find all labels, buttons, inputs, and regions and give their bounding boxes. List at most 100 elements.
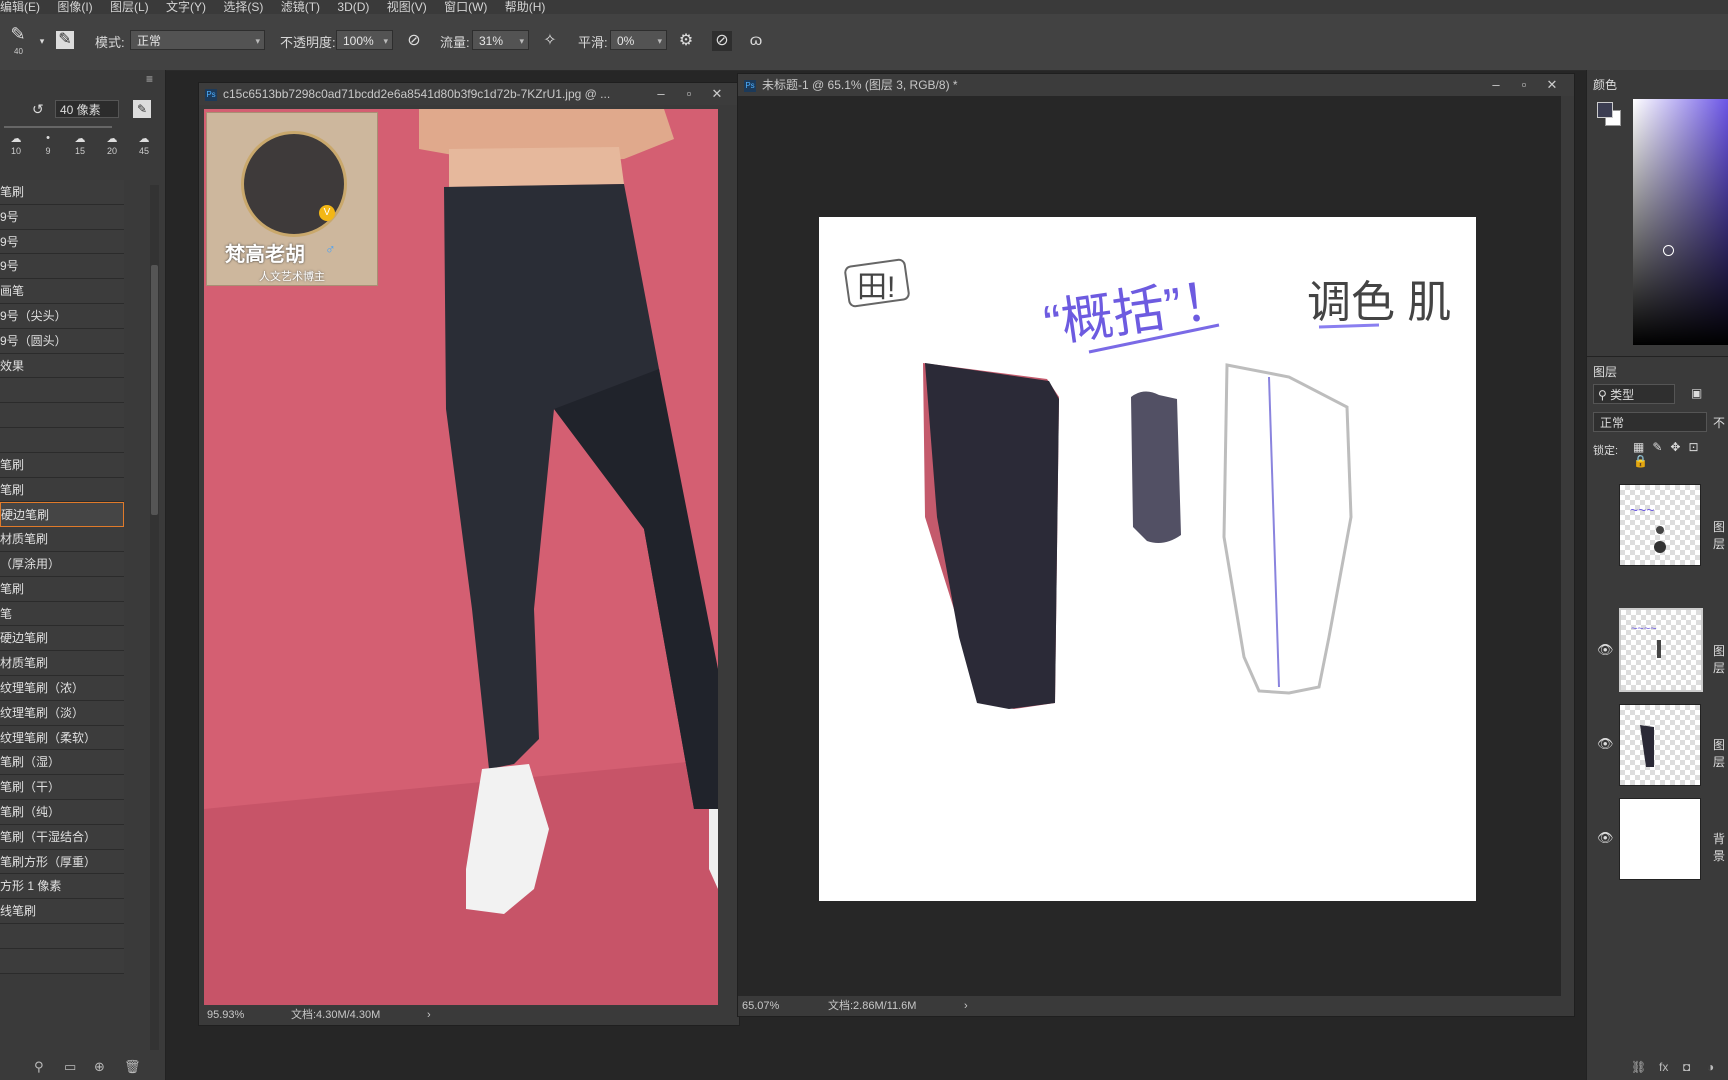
layers-panel-tab[interactable]: 图层 (1593, 363, 1617, 380)
brush-list-scrollbar[interactable] (150, 185, 159, 1050)
brush-list-item[interactable] (0, 403, 124, 428)
scroll-thumb[interactable] (151, 265, 158, 515)
brush-list-item[interactable] (0, 378, 124, 404)
brush-list-item[interactable]: 方形 1 像素 (0, 874, 124, 900)
smoothing-input[interactable]: 0% ▾ (610, 30, 667, 50)
brush-list-item[interactable]: 笔刷 (0, 477, 124, 503)
canvas-pasteboard[interactable]: 田! “概括”！ 调色 肌 (738, 96, 1561, 996)
size-slider[interactable] (4, 126, 112, 128)
drawing-canvas[interactable]: 田! “概括”！ 调色 肌 (819, 217, 1476, 901)
brush-list-item[interactable]: 纹理笔刷（柔软） (0, 725, 124, 751)
brush-list-item[interactable]: 画笔 (0, 279, 124, 304)
color-picker-field[interactable] (1633, 99, 1728, 345)
brush-list-item[interactable]: （厚涂用） (0, 551, 124, 577)
brush-list-item[interactable]: 笔刷 (0, 180, 124, 205)
mask-icon[interactable]: ◘ (1683, 1060, 1690, 1074)
brush-list-item[interactable]: 硬边笔刷 (0, 626, 124, 652)
eye-icon[interactable]: 👁 (1597, 830, 1614, 846)
chevron-right-icon[interactable]: › (427, 1005, 431, 1025)
mode-select[interactable]: 正常 ▾ (130, 30, 265, 50)
folder-icon[interactable]: ▭ (64, 1059, 76, 1075)
preset-item[interactable]: ☁ 15 (66, 132, 94, 156)
brush-list-item[interactable]: 9号 (0, 254, 124, 280)
preset-item[interactable]: • 9 (34, 132, 62, 156)
brush-settings-toggle-icon[interactable]: ✎ (56, 31, 74, 49)
image-filter-icon[interactable]: ▣ (1691, 386, 1702, 400)
layer-name[interactable]: 图层 (1713, 518, 1728, 552)
brush-list-item[interactable]: 笔刷（干） (0, 775, 124, 800)
brush-list-item[interactable]: 笔刷 (0, 576, 124, 602)
gear-icon[interactable]: ⚙ (676, 31, 696, 51)
menu-type[interactable]: 文字(Y) (166, 0, 206, 14)
layer-name[interactable]: 背景 (1713, 830, 1728, 864)
color-panel-tab[interactable]: 颜色 (1593, 76, 1617, 93)
pressure-opacity-icon[interactable]: ⊘ (404, 31, 424, 51)
menu-window[interactable]: 窗口(W) (444, 0, 487, 14)
brush-list-item[interactable]: 纹理笔刷（淡） (0, 700, 124, 726)
layer-thumbnail-background[interactable] (1619, 798, 1701, 880)
minimize-icon[interactable]: – (647, 83, 675, 105)
layer-name[interactable]: 图层 (1713, 642, 1728, 676)
eye-icon[interactable]: 👁 (1597, 736, 1614, 752)
brush-list-item[interactable]: 材质笔刷 (0, 651, 124, 676)
brush-preset-dropdown-icon[interactable]: ▾ (32, 31, 52, 51)
brush-list-item[interactable]: 材质笔刷 (0, 527, 124, 552)
menu-help[interactable]: 帮助(H) (505, 0, 546, 14)
brush-list-item[interactable]: 笔刷方形（厚重） (0, 849, 124, 875)
lock-icons[interactable]: ▦✎✥⊡🔒 (1633, 440, 1728, 468)
chevron-right-icon[interactable]: › (964, 996, 968, 1016)
brush-list-item[interactable]: 效果 (0, 353, 124, 379)
brush-list-item[interactable] (0, 923, 124, 949)
brush-list-item[interactable]: 线笔刷 (0, 899, 124, 924)
minimize-icon[interactable]: – (1482, 74, 1510, 96)
brush-list-item[interactable]: 9号（圆头） (0, 328, 124, 354)
canvas-document-window[interactable]: Ps 未标题-1 @ 65.1% (图层 3, RGB/8) * – ▫ ✕ 田! “… (737, 73, 1575, 1017)
symmetry-butterfly-icon[interactable]: ɷ (746, 31, 766, 51)
brush-list-item[interactable]: 9号 (0, 204, 124, 230)
close-icon[interactable]: ✕ (1538, 74, 1566, 96)
fg-bg-swatches[interactable] (1597, 102, 1621, 126)
preset-item[interactable]: ☁ 20 (98, 132, 126, 156)
brush-list-item[interactable]: 纹理笔刷（浓） (0, 675, 124, 701)
brush-list-item[interactable]: 9号（尖头） (0, 303, 124, 329)
brush-list-item-selected[interactable]: 硬边笔刷 (0, 502, 124, 528)
layer-name[interactable]: 图层 (1713, 736, 1728, 770)
layer-thumbnail-2-selected[interactable]: ~~~~ (1619, 608, 1703, 692)
menu-select[interactable]: 选择(S) (223, 0, 263, 14)
doc2-zoom[interactable]: 65.07% (742, 996, 779, 1016)
preset-item[interactable]: ☁ 10 (2, 132, 30, 156)
brush-filter-icon[interactable]: ⚲ (34, 1059, 44, 1075)
doc2-titlebar[interactable]: Ps 未标题-1 @ 65.1% (图层 3, RGB/8) * – ▫ ✕ (738, 74, 1574, 96)
adjustment-icon[interactable]: ◑ (1707, 1060, 1714, 1074)
brush-list-item[interactable] (0, 948, 124, 974)
trash-icon[interactable]: 🗑 (124, 1059, 141, 1075)
menu-view[interactable]: 视图(V) (387, 0, 427, 14)
menu-edit[interactable]: 编辑(E) (0, 0, 40, 14)
maximize-icon[interactable]: ▫ (675, 83, 703, 105)
panel-menu-icon[interactable]: ≡ (146, 72, 153, 86)
brush-edit-icon[interactable]: ✎ (133, 100, 151, 118)
maximize-icon[interactable]: ▫ (1510, 74, 1538, 96)
canvas-scrollbar[interactable] (1561, 96, 1574, 996)
eye-icon[interactable]: 👁 (1597, 642, 1614, 658)
brush-list-item[interactable]: 9号 (0, 229, 124, 255)
new-brush-icon[interactable]: ⊕ (94, 1059, 105, 1075)
brush-list-item[interactable] (0, 427, 124, 453)
menu-3d[interactable]: 3D(D) (337, 0, 369, 14)
airbrush-icon[interactable]: ✧ (540, 31, 560, 51)
doc1-titlebar[interactable]: Ps c15c6513bb7298c0ad71bcdd2e6a8541d80b3f… (199, 83, 739, 105)
menu-layer[interactable]: 图层(L) (110, 0, 149, 14)
color-picker-marker[interactable] (1663, 245, 1674, 256)
flow-input[interactable]: 31% ▾ (472, 30, 529, 50)
layer-thumbnail-3[interactable] (1619, 704, 1701, 786)
preset-item[interactable]: ☁ 45 (130, 132, 158, 156)
brush-list-item[interactable]: 笔刷 (0, 452, 124, 478)
layer-thumbnail-1[interactable]: ~~~ (1619, 484, 1701, 566)
opacity-input[interactable]: 100% ▾ (336, 30, 393, 50)
layer-filter-select[interactable]: ⚲ 类型 (1593, 384, 1675, 404)
foreground-swatch[interactable] (1597, 102, 1613, 118)
brush-preset-icon[interactable]: ✎ (8, 24, 28, 44)
link-icon[interactable]: ⛓ (1631, 1060, 1646, 1074)
doc1-zoom[interactable]: 95.93% (207, 1005, 244, 1025)
menu-filter[interactable]: 滤镜(T) (281, 0, 320, 14)
